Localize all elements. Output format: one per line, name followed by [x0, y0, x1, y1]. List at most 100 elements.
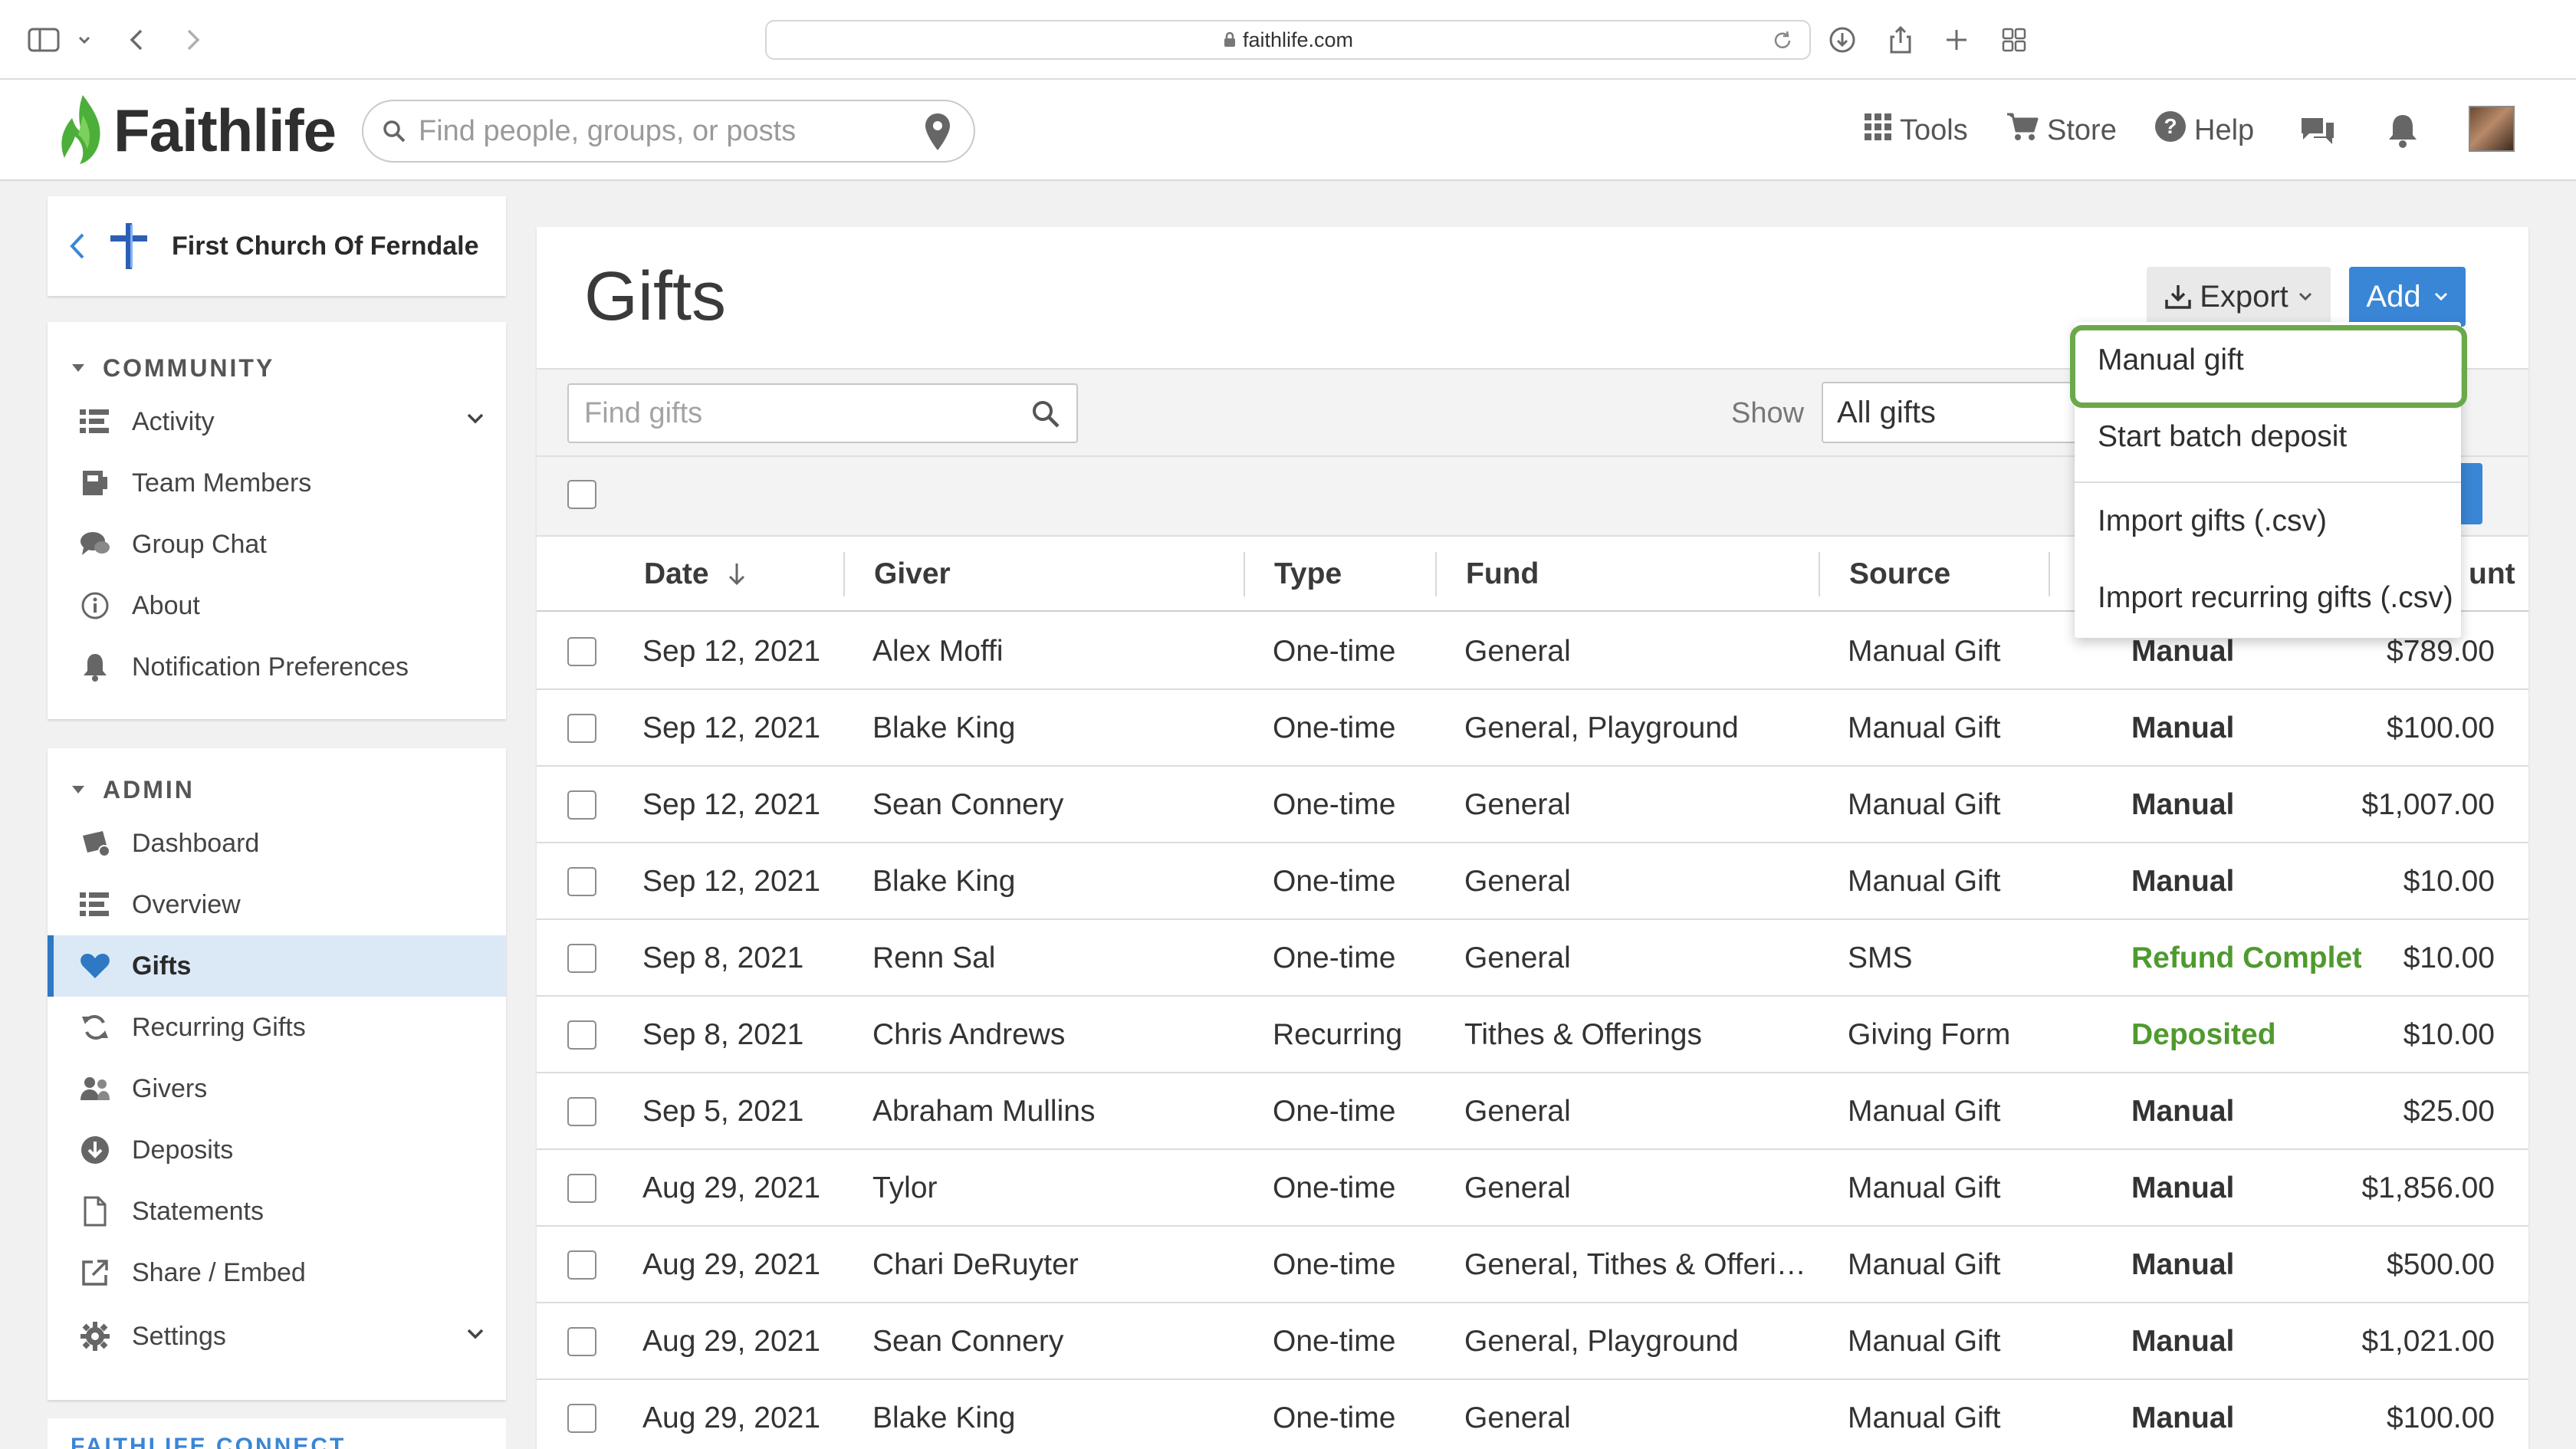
share-icon[interactable] — [1888, 23, 1914, 57]
row-checkbox[interactable] — [567, 1020, 596, 1050]
row-checkbox[interactable] — [567, 944, 596, 973]
sidebar-item-notification-preferences[interactable]: Notification Preferences — [48, 636, 506, 698]
select-all-checkbox[interactable] — [567, 480, 596, 509]
cell-date: Sep 12, 2021 — [642, 635, 821, 668]
sidebar-item-label: Givers — [132, 1073, 208, 1103]
table-row[interactable]: Sep 12, 2021 Blake King One-time General, P… — [537, 690, 2528, 767]
cell-giver[interactable]: Renn Sal — [872, 920, 1225, 997]
row-checkbox[interactable] — [567, 1404, 596, 1433]
chevron-down-icon[interactable] — [77, 23, 92, 57]
search-input[interactable] — [419, 114, 879, 148]
cell-giver[interactable]: Sean Connery — [872, 767, 1225, 843]
cell-giver[interactable]: Chris Andrews — [872, 997, 1225, 1073]
user-avatar[interactable] — [2469, 106, 2515, 152]
cell-giver[interactable]: Abraham Mullins — [872, 1073, 1225, 1150]
global-search[interactable] — [362, 100, 975, 163]
tab-overview-icon[interactable] — [2001, 23, 2027, 57]
cell-giver[interactable]: Blake King — [872, 690, 1225, 767]
sidebar-item-share-embed[interactable]: Share / Embed — [48, 1242, 506, 1303]
row-checkbox[interactable] — [567, 867, 596, 896]
store-link[interactable]: Store — [2006, 110, 2117, 150]
menu-item-import-gifts[interactable]: Import gifts (.csv) — [2075, 483, 2461, 560]
admin-heading[interactable]: ADMIN — [71, 767, 506, 813]
column-amount[interactable]: unt — [2469, 537, 2515, 612]
menu-item-start-batch-deposit[interactable]: Start batch deposit — [2075, 399, 2461, 475]
faithlife-logo[interactable]: Faithlife — [60, 92, 337, 169]
menu-item-import-recurring-gifts[interactable]: Import recurring gifts (.csv) — [2075, 560, 2461, 636]
community-heading[interactable]: COMMUNITY — [71, 345, 506, 391]
recurring-icon — [77, 1009, 113, 1046]
faithlife-connect-title[interactable]: FAITHLIFE CONNECT — [71, 1434, 346, 1449]
cell-type: One-time — [1273, 635, 1396, 668]
sidebar-item-activity[interactable]: Activity — [48, 391, 506, 452]
table-row[interactable]: Sep 12, 2021 Blake King One-time General Man… — [537, 843, 2528, 920]
status-text: Refund Complet — [2131, 941, 2361, 974]
location-pin-icon[interactable] — [923, 112, 952, 152]
address-bar[interactable]: faithlife.com — [765, 20, 1811, 60]
download-icon[interactable] — [1828, 23, 1857, 57]
row-checkbox[interactable] — [567, 714, 596, 743]
back-icon[interactable] — [126, 23, 149, 57]
help-link[interactable]: ? Help — [2154, 110, 2254, 150]
sort-arrow-down-icon[interactable] — [726, 561, 748, 587]
export-button[interactable]: Export — [2147, 267, 2331, 327]
column-separator — [2049, 552, 2050, 596]
column-date[interactable]: Date — [644, 537, 748, 612]
sidebar-item-team-members[interactable]: Team Members — [48, 452, 506, 514]
sidebar-item-givers[interactable]: Givers — [48, 1058, 506, 1119]
cell-giver[interactable]: Chari DeRuyter — [872, 1227, 1225, 1303]
column-fund[interactable]: Fund — [1466, 537, 1539, 612]
row-checkbox[interactable] — [567, 1250, 596, 1280]
find-gifts-field[interactable] — [567, 383, 1078, 443]
sidebar-item-overview[interactable]: Overview — [48, 874, 506, 935]
table-row[interactable]: Sep 5, 2021 Abraham Mullins One-time Genera… — [537, 1073, 2528, 1150]
chevron-down-icon[interactable] — [466, 412, 485, 425]
table-row[interactable]: Sep 12, 2021 Sean Connery One-time General M… — [537, 767, 2528, 843]
cell-giver[interactable]: Blake King — [872, 1380, 1225, 1449]
forward-icon[interactable] — [181, 23, 204, 57]
back-chevron-icon[interactable] — [69, 232, 86, 261]
chevron-down-icon[interactable] — [466, 1328, 485, 1340]
find-gifts-input[interactable] — [584, 396, 1014, 430]
cell-giver[interactable]: Sean Connery — [872, 1303, 1225, 1380]
row-checkbox[interactable] — [567, 1174, 596, 1203]
row-checkbox[interactable] — [567, 790, 596, 820]
new-tab-icon[interactable] — [1944, 23, 1969, 57]
sidebar-item-gifts[interactable]: Gifts — [48, 935, 506, 997]
cell-status: Manual — [2131, 1227, 2361, 1303]
tools-link[interactable]: Tools — [1863, 110, 1968, 150]
column-giver[interactable]: Giver — [874, 537, 951, 612]
sidebar-item-recurring-gifts[interactable]: Recurring Gifts — [48, 997, 506, 1058]
column-separator — [1819, 552, 1820, 596]
search-icon[interactable] — [1030, 399, 1061, 429]
table-row[interactable]: Aug 29, 2021 Blake King One-time General Man… — [537, 1380, 2528, 1449]
sidebar-item-deposits[interactable]: Deposits — [48, 1119, 506, 1181]
cell-giver[interactable]: Tylor — [872, 1150, 1225, 1227]
cell-date: Sep 12, 2021 — [642, 711, 821, 744]
sidebar-item-about[interactable]: About — [48, 575, 506, 636]
cell-giver[interactable]: Alex Moffi — [872, 613, 1225, 690]
notifications-bell-icon[interactable] — [2386, 110, 2420, 150]
sidebar-item-settings[interactable]: Settings — [48, 1303, 506, 1369]
add-button[interactable]: Add — [2349, 267, 2466, 327]
table-row[interactable]: Aug 29, 2021 Tylor One-time General Manual G… — [537, 1150, 2528, 1227]
row-checkbox[interactable] — [567, 637, 596, 666]
table-row[interactable]: Sep 8, 2021 Renn Sal One-time General SMS $10… — [537, 920, 2528, 997]
messages-icon[interactable] — [2298, 110, 2337, 150]
cell-type: One-time — [1273, 1171, 1396, 1204]
row-checkbox[interactable] — [567, 1327, 596, 1356]
sidebar-item-dashboard[interactable]: Dashboard — [48, 813, 506, 874]
church-name[interactable]: First Church Of Ferndale — [172, 232, 479, 261]
menu-item-manual-gift[interactable]: Manual gift — [2075, 322, 2461, 399]
reload-icon[interactable] — [1771, 29, 1794, 58]
column-source[interactable]: Source — [1849, 537, 1950, 612]
row-checkbox[interactable] — [567, 1097, 596, 1126]
column-type[interactable]: Type — [1274, 537, 1342, 612]
sidebar-item-group-chat[interactable]: Group Chat — [48, 514, 506, 575]
table-row[interactable]: Aug 29, 2021 Chari DeRuyter One-time Genera… — [537, 1227, 2528, 1303]
sidebar-item-statements[interactable]: Statements — [48, 1181, 506, 1242]
table-row[interactable]: Sep 8, 2021 Chris Andrews Recurring Tithes … — [537, 997, 2528, 1073]
table-row[interactable]: Aug 29, 2021 Sean Connery One-time General,… — [537, 1303, 2528, 1380]
sidebar-toggle-icon[interactable] — [28, 23, 61, 57]
cell-giver[interactable]: Blake King — [872, 843, 1225, 920]
